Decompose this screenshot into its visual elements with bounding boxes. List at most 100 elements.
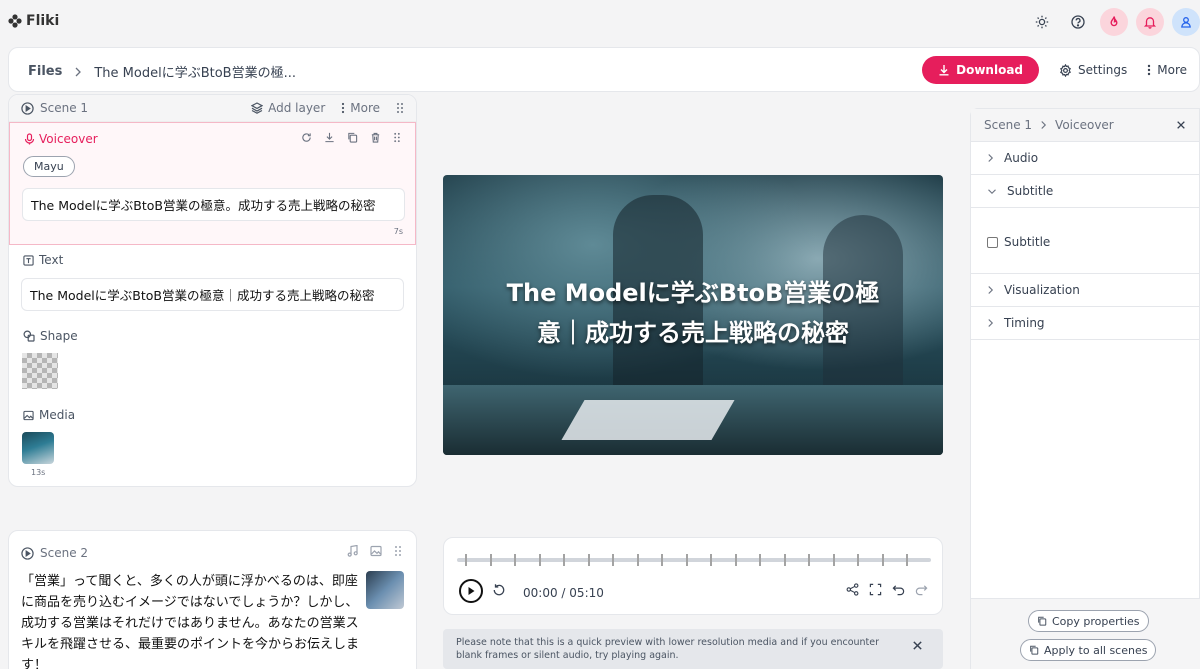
shape-layer-header: Shape: [23, 329, 78, 343]
properties-footer: Copy properties Apply to all scenes: [971, 598, 1200, 669]
account-button[interactable]: [1172, 8, 1200, 36]
section-subtitle-label: Subtitle: [1007, 184, 1054, 198]
playback-time: 00:00 / 05:10: [523, 586, 604, 600]
more-label: More: [1157, 63, 1187, 77]
copy-icon: [1029, 645, 1039, 655]
scene-2-card[interactable]: Scene 2 「営業」って聞くと、多くの人が頭に浮かべるのは、即座に商品を売り…: [8, 530, 417, 669]
section-timing[interactable]: Timing: [971, 307, 1199, 340]
preview-caption-line-1: The Modelに学ぶBtoB営業の極: [506, 279, 880, 307]
music-note-icon[interactable]: [347, 545, 358, 557]
copy-properties-label: Copy properties: [1052, 614, 1140, 628]
section-visualization[interactable]: Visualization: [971, 274, 1199, 307]
theme-toggle-button[interactable]: [1028, 8, 1056, 36]
help-button[interactable]: [1064, 8, 1092, 36]
notifications-button[interactable]: [1136, 8, 1164, 36]
scene-2-media-thumbnail[interactable]: [366, 571, 404, 609]
apply-to-all-scenes-button[interactable]: Apply to all scenes: [1020, 639, 1157, 661]
timeline-tick: [636, 554, 639, 566]
timeline-tick: [832, 554, 835, 566]
chevron-right-icon: [987, 153, 994, 163]
text-layer-label: Text: [39, 253, 64, 267]
scene-1-label: Scene 1: [40, 101, 89, 115]
voiceover-layer[interactable]: Voiceover Mayu The Modelに学ぶBtoB営業の極意。成功す…: [9, 122, 416, 245]
drag-grip-icon: [396, 102, 404, 114]
settings-button[interactable]: Settings: [1059, 63, 1127, 77]
video-preview[interactable]: The Modelに学ぶBtoB営業の極 意｜成功する売上戦略の秘密: [443, 175, 943, 455]
preview-image-paper: [561, 400, 735, 440]
close-icon[interactable]: [912, 640, 923, 651]
properties-crumb-section: Voiceover: [1055, 118, 1114, 132]
undo-icon[interactable]: [892, 583, 905, 596]
close-icon[interactable]: [1176, 120, 1186, 130]
voice-selector[interactable]: Mayu: [23, 156, 75, 177]
section-timing-label: Timing: [1004, 316, 1045, 330]
drag-grip-icon[interactable]: [393, 132, 401, 143]
media-thumbnail[interactable]: [22, 432, 54, 464]
question-circle-icon: [1071, 15, 1085, 29]
timeline-tick: [612, 554, 614, 566]
timeline-tick: [710, 554, 712, 566]
add-layer-button[interactable]: Add layer: [251, 101, 325, 115]
copy-icon[interactable]: [347, 132, 358, 143]
drag-grip-icon[interactable]: [394, 545, 402, 557]
streak-button[interactable]: [1100, 8, 1128, 36]
subtitle-checkbox[interactable]: [987, 237, 998, 248]
gear-icon: [1059, 63, 1072, 77]
fullscreen-icon[interactable]: [869, 583, 882, 596]
chevron-down-icon: [987, 188, 997, 195]
timeline-scrubber[interactable]: [457, 554, 931, 566]
timeline-tick: [734, 554, 737, 566]
timeline-tick: [759, 554, 761, 566]
timeline-tick: [489, 554, 492, 566]
section-audio[interactable]: Audio: [971, 142, 1199, 175]
vertical-dots-icon: [341, 102, 345, 114]
breadcrumb-files-link[interactable]: Files: [28, 64, 62, 79]
project-title[interactable]: The Modelに学ぶBtoB営業の極...: [94, 62, 296, 81]
image-icon[interactable]: [370, 545, 382, 557]
trash-icon[interactable]: [370, 132, 381, 143]
app-logo[interactable]: Fliki: [8, 13, 59, 29]
project-header: Files The Modelに学ぶBtoB営業の極... Download S…: [8, 47, 1200, 92]
media-layer-label: Media: [39, 408, 76, 422]
download-button[interactable]: Download: [922, 56, 1040, 84]
download-icon[interactable]: [324, 132, 335, 143]
current-time: 00:00: [523, 586, 558, 600]
subtitle-toggle-row: Subtitle: [971, 208, 1199, 274]
scene-1-card: Scene 1 Add layer More Voiceover Mayu Th…: [8, 94, 417, 487]
scene-2-script[interactable]: 「営業」って聞くと、多くの人が頭に浮かべるのは、即座に商品を売り込むイメージでは…: [21, 571, 361, 669]
timeline-tick: [661, 554, 663, 566]
chevron-right-icon: [987, 318, 994, 328]
breadcrumb: Files The Modelに学ぶBtoB営業の極...: [28, 62, 296, 81]
chevron-right-icon: [987, 285, 994, 295]
voiceover-script-field[interactable]: The Modelに学ぶBtoB営業の極意。成功する売上戦略の秘密: [22, 188, 405, 221]
scene-more-button[interactable]: More: [341, 101, 380, 115]
shape-thumbnail[interactable]: [22, 353, 58, 389]
flower-logo-icon: [8, 14, 22, 28]
properties-crumb-scene[interactable]: Scene 1: [984, 118, 1032, 132]
voiceover-duration: 7s: [393, 227, 403, 236]
play-button[interactable]: [459, 579, 483, 603]
section-subtitle[interactable]: Subtitle: [971, 175, 1199, 208]
text-layer-field[interactable]: The Modelに学ぶBtoB営業の極意｜成功する売上戦略の秘密: [21, 278, 404, 311]
regenerate-icon[interactable]: [301, 132, 312, 143]
shape-layer-label: Shape: [40, 329, 78, 343]
vertical-dots-icon: [1147, 64, 1151, 76]
play-circle-icon[interactable]: [21, 546, 34, 560]
subtitle-checkbox-label[interactable]: Subtitle: [1004, 235, 1050, 249]
share-icon[interactable]: [846, 583, 859, 596]
sun-icon: [1035, 15, 1049, 29]
section-visualization-label: Visualization: [1004, 283, 1080, 297]
voiceover-header: Voiceover: [24, 132, 98, 146]
redo-icon[interactable]: [915, 583, 928, 596]
download-label: Download: [956, 63, 1024, 77]
restart-icon[interactable]: [492, 583, 506, 597]
play-circle-icon[interactable]: [21, 101, 34, 115]
app-name: Fliki: [26, 13, 60, 29]
media-duration: 13s: [31, 468, 46, 477]
more-menu-button[interactable]: More: [1147, 63, 1187, 77]
timeline-tick: [538, 554, 541, 566]
add-layer-label: Add layer: [268, 101, 326, 115]
image-icon: [23, 410, 34, 421]
scene-drag-handle[interactable]: [396, 102, 404, 114]
copy-properties-button[interactable]: Copy properties: [1028, 610, 1149, 632]
